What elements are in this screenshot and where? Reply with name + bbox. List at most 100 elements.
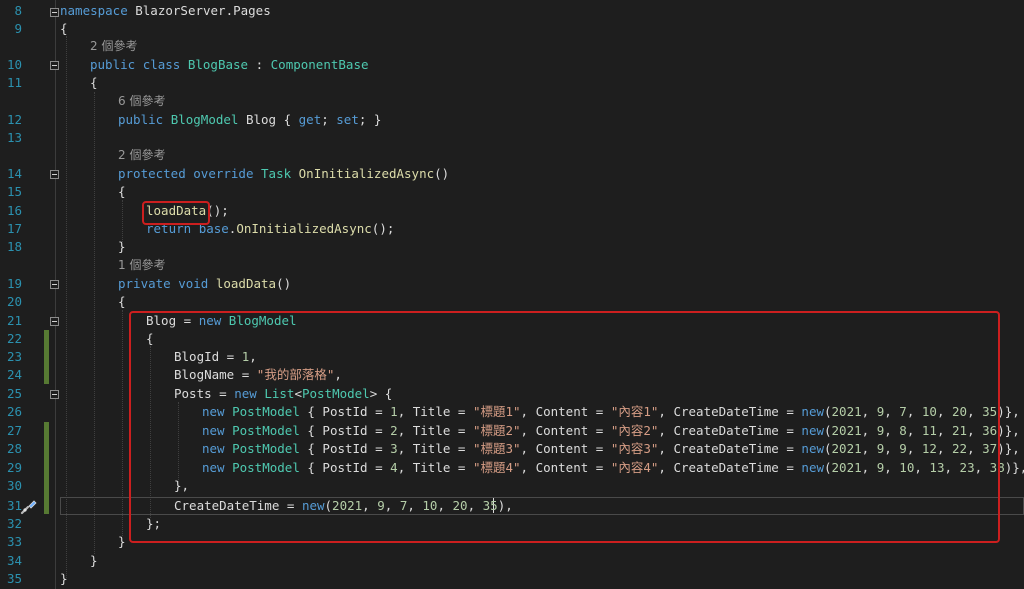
line-number: 19: [6, 276, 22, 291]
code-token: (): [434, 166, 450, 181]
code-token: ComponentBase: [270, 57, 369, 72]
code-line[interactable]: 34}: [0, 552, 1024, 570]
code-token: )},: [997, 441, 1020, 456]
line-number: 12: [6, 112, 22, 127]
code-line[interactable]: 10 public class BlogBase : ComponentBase: [0, 56, 1024, 74]
code-token: get: [298, 112, 322, 127]
line-number: 10: [6, 57, 22, 72]
code-text: }: [90, 552, 98, 570]
code-token: {: [60, 21, 68, 36]
line-number: 13: [6, 130, 22, 145]
code-line[interactable]: 14 protected override Task OnInitializedA…: [0, 165, 1024, 183]
code-text: namespace BlazorServer.Pages: [60, 2, 271, 20]
code-token: }: [90, 553, 98, 568]
code-text: public class BlogBase : ComponentBase: [90, 56, 369, 74]
code-token: protected: [118, 166, 186, 181]
references-codelens[interactable]: 2 個參考: [90, 37, 137, 55]
code-token: BlogModel: [170, 112, 239, 127]
line-number: 27: [6, 423, 22, 438]
code-token: private: [118, 276, 171, 291]
code-token: public: [118, 112, 164, 127]
code-token: override: [193, 166, 254, 181]
code-token: BlazorServer.Pages: [127, 3, 271, 18]
code-token: ;: [321, 112, 337, 127]
code-token: public: [90, 57, 136, 72]
code-token: OnInitializedAsync: [298, 166, 435, 181]
code-line[interactable]: 18}: [0, 238, 1024, 256]
line-number: 16: [6, 203, 22, 218]
code-token: )},: [997, 423, 1020, 438]
code-token: ; }: [358, 112, 382, 127]
line-number: 11: [6, 75, 22, 90]
line-number: 34: [6, 553, 22, 568]
line-number: 24: [6, 367, 22, 382]
line-number: 8: [14, 3, 22, 18]
initializer-block-highlight: [129, 311, 1000, 543]
code-token: (): [276, 276, 292, 291]
code-token: Blog {: [238, 112, 299, 127]
code-token: }: [118, 534, 126, 549]
code-text: private void loadData(): [118, 275, 291, 293]
code-token: }: [60, 571, 68, 586]
code-token: }: [118, 239, 126, 254]
code-text: public BlogModel Blog { get; set; }: [118, 111, 381, 129]
references-codelens[interactable]: 6 個參考: [118, 92, 165, 110]
code-line[interactable]: 8 namespace BlazorServer.Pages: [0, 2, 1024, 20]
code-text: {: [60, 20, 68, 38]
line-number: 28: [6, 441, 22, 456]
code-line[interactable]: 9{: [0, 20, 1024, 38]
code-token: loadData: [215, 276, 277, 291]
line-number: 25: [6, 386, 22, 401]
code-token: {: [118, 184, 126, 199]
code-token: Task: [261, 166, 292, 181]
line-number: 17: [6, 221, 22, 236]
line-number: 18: [6, 239, 22, 254]
code-line[interactable]: 19 private void loadData(): [0, 275, 1024, 293]
code-token: :: [248, 57, 271, 72]
line-number: 15: [6, 184, 22, 199]
line-number: 32: [6, 516, 22, 531]
code-token: BlogBase: [187, 57, 249, 72]
code-token: )},: [997, 404, 1020, 419]
code-text: }: [60, 570, 68, 588]
code-token: void: [178, 276, 209, 291]
line-number: 26: [6, 404, 22, 419]
line-number: 23: [6, 349, 22, 364]
code-token: OnInitializedAsync: [236, 221, 372, 236]
code-text: }: [118, 533, 126, 551]
references-codelens[interactable]: 1 個參考: [118, 256, 165, 274]
code-token: class: [142, 57, 181, 72]
code-text: protected override Task OnInitializedAsy…: [118, 165, 449, 183]
loaddata-call-highlight: [142, 201, 210, 225]
line-number: 9: [14, 21, 22, 36]
line-number: 35: [6, 571, 22, 586]
code-text: }: [118, 238, 126, 256]
code-token: {: [118, 294, 126, 309]
code-line[interactable]: 15 {: [0, 183, 1024, 201]
code-token: set: [336, 112, 359, 127]
code-text: {: [118, 293, 126, 311]
line-number: 33: [6, 534, 22, 549]
line-number: 31: [6, 498, 22, 513]
line-number: 20: [6, 294, 22, 309]
code-line[interactable]: 11 {: [0, 74, 1024, 92]
code-text: {: [90, 74, 98, 92]
references-codelens[interactable]: 2 個參考: [118, 146, 165, 164]
code-line[interactable]: 13: [0, 129, 1024, 147]
line-number: 21: [6, 313, 22, 328]
code-editor[interactable]: 2 個參考 6 個參考 2 個參考 1 個參考 8 namespace Blazo…: [0, 0, 1024, 589]
code-line[interactable]: 35}: [0, 570, 1024, 588]
code-token: {: [90, 75, 98, 90]
code-token: )},: [1004, 460, 1024, 475]
line-number: 29: [6, 460, 22, 475]
code-line[interactable]: 12 public BlogModel Blog { get; set; }: [0, 111, 1024, 129]
line-number: 30: [6, 478, 22, 493]
code-line[interactable]: 20 {: [0, 293, 1024, 311]
code-text: {: [118, 183, 126, 201]
code-token: ();: [371, 221, 395, 236]
line-number: 22: [6, 331, 22, 346]
